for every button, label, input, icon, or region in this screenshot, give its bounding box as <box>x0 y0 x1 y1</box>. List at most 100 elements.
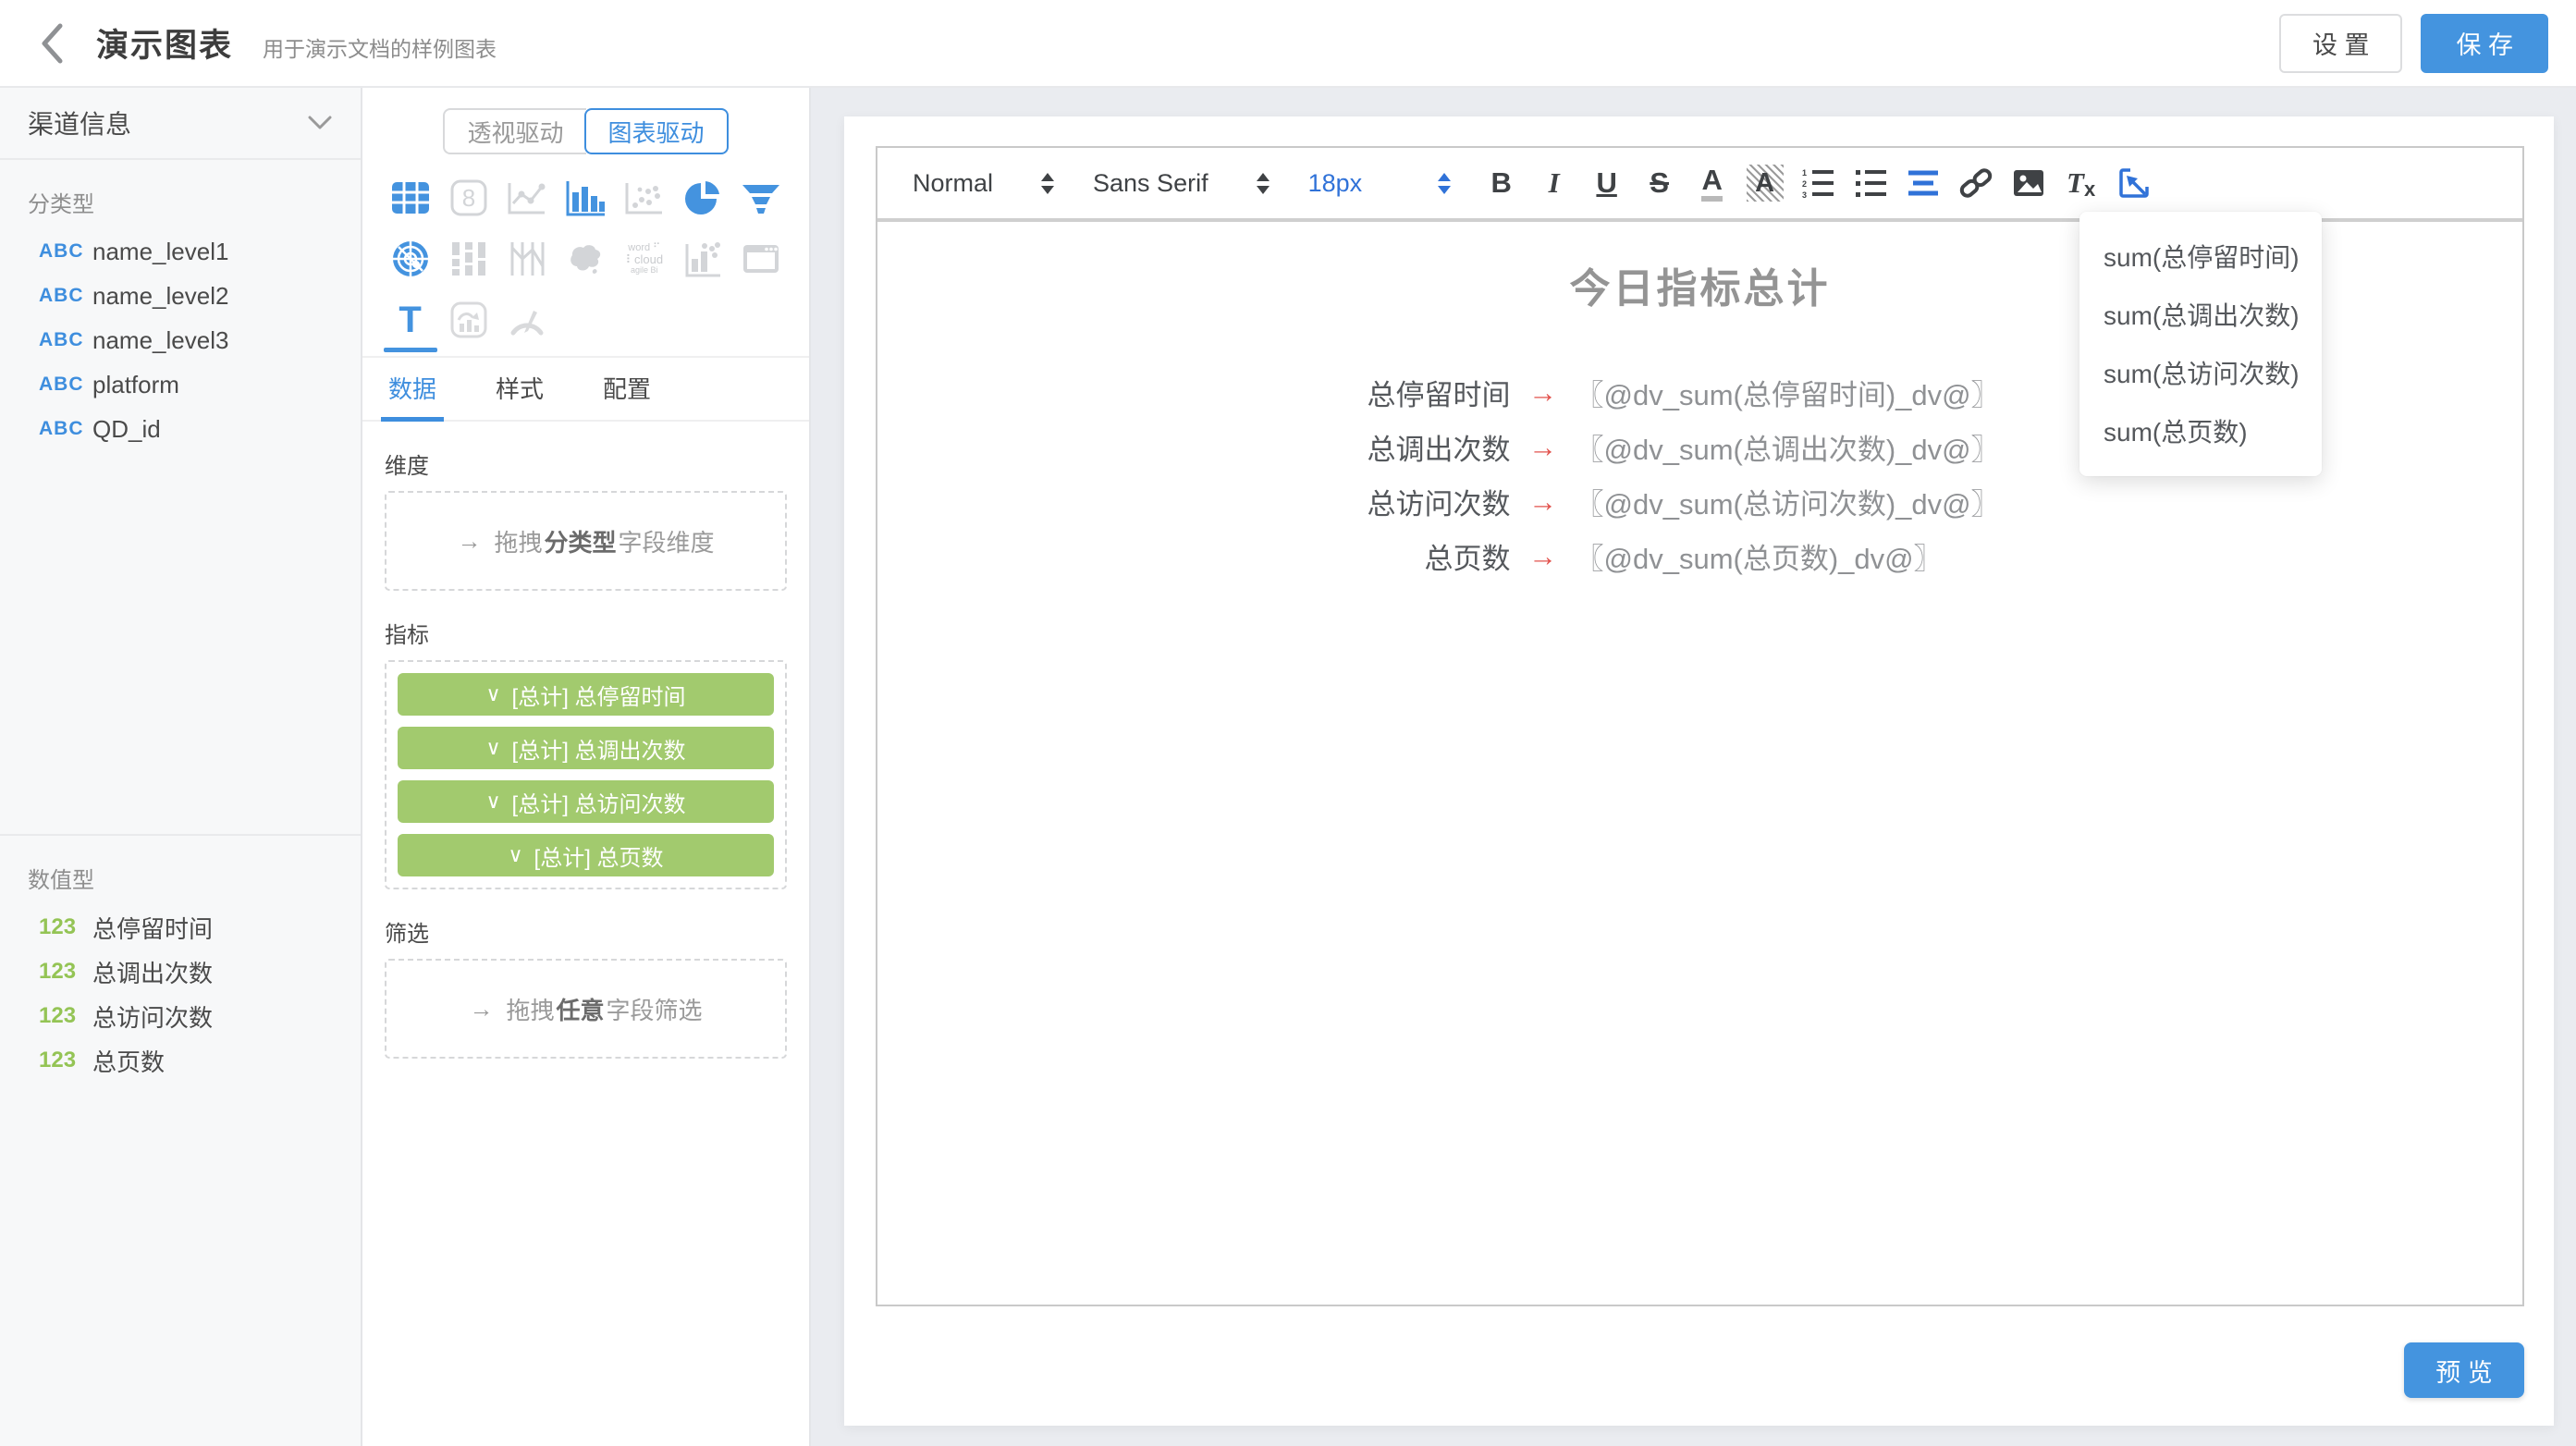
updown-icon <box>1041 173 1054 194</box>
filter-label: 筛选 <box>385 915 787 948</box>
mode-pivot-button[interactable]: 透视驱动 <box>443 108 585 154</box>
selected-indicator <box>384 348 437 352</box>
measure-pill-label: [总计] 总访问次数 <box>512 786 686 818</box>
field-suggestion-item[interactable]: sum(总停留时间) <box>2079 227 2322 285</box>
field-label: name_level2 <box>92 282 228 311</box>
measure-pill-label: [总计] 总调出次数 <box>512 732 686 765</box>
arrow-right-icon: → <box>1511 485 1576 519</box>
updown-icon <box>1257 173 1270 194</box>
category-field-item[interactable]: ABC QD_id <box>0 407 361 451</box>
editor-toolbar: Normal Sans Serif 18px B I U S A <box>877 148 2522 222</box>
font-size-select[interactable]: 18px <box>1308 169 1452 198</box>
category-field-item[interactable]: ABC platform <box>0 362 361 407</box>
metric-trend-icon[interactable] <box>448 299 490 341</box>
svg-text:2: 2 <box>1802 179 1807 189</box>
number-type-badge: 123 <box>39 1048 92 1073</box>
radar-chart-icon[interactable] <box>389 238 432 280</box>
save-button[interactable]: 保 存 <box>2421 14 2548 73</box>
align-center-icon[interactable] <box>1896 157 1949 209</box>
insert-field-icon[interactable] <box>2107 157 2160 209</box>
category-field-item[interactable]: ABC name_level1 <box>0 229 361 274</box>
sankey-chart-icon[interactable] <box>448 238 490 280</box>
scatter-chart-icon[interactable] <box>623 177 666 219</box>
mode-chart-button[interactable]: 图表驱动 <box>584 108 729 154</box>
dataset-name: 渠道信息 <box>28 104 131 141</box>
bullet-list-icon[interactable] <box>1844 157 1896 209</box>
field-label: 总访问次数 <box>92 999 213 1034</box>
gantt-chart-icon[interactable] <box>506 238 548 280</box>
field-label: 总停留时间 <box>92 911 213 945</box>
drag-arrow-icon: → <box>469 995 493 1023</box>
bar-chart-icon[interactable] <box>564 177 607 219</box>
measure-pill[interactable]: ∨ [总计] 总访问次数 <box>398 780 774 823</box>
measure-pill[interactable]: ∨ [总计] 总调出次数 <box>398 727 774 769</box>
svg-text:1: 1 <box>1802 168 1807 178</box>
tab-config[interactable]: 配置 <box>603 358 651 420</box>
italic-icon[interactable]: I <box>1527 157 1580 209</box>
page-subtitle: 用于演示文档的样例图表 <box>263 24 497 63</box>
measures-dropzone[interactable]: ∨ [总计] 总停留时间 ∨ [总计] 总调出次数 ∨ [总计] 总访问次数 <box>385 660 787 889</box>
image-icon[interactable] <box>2002 157 2055 209</box>
numeric-field-item[interactable]: 123 总页数 <box>0 1038 361 1083</box>
back-button[interactable] <box>31 18 72 69</box>
dataset-selector[interactable]: 渠道信息 <box>0 88 361 160</box>
ordered-list-icon[interactable]: 123 <box>1791 157 1844 209</box>
clear-format-icon[interactable]: Tx <box>2055 157 2107 209</box>
field-label: name_level1 <box>92 238 228 266</box>
numeric-field-item[interactable]: 123 总停留时间 <box>0 905 361 950</box>
underline-icon[interactable]: U <box>1580 157 1633 209</box>
field-suggestion-item[interactable]: sum(总访问次数) <box>2079 343 2322 401</box>
field-label: name_level3 <box>92 326 228 355</box>
highlight-icon[interactable]: A <box>1738 157 1791 209</box>
text-icon[interactable]: T <box>389 299 432 341</box>
numeric-field-item[interactable]: 123 总访问次数 <box>0 994 361 1038</box>
metric-label: 总页数 <box>1178 535 1511 577</box>
field-suggestion-item[interactable]: sum(总调出次数) <box>2079 285 2322 343</box>
gauge-icon[interactable] <box>506 299 548 341</box>
combo-chart-icon[interactable] <box>681 238 724 280</box>
field-label: 总调出次数 <box>92 955 213 989</box>
funnel-chart-icon[interactable] <box>740 177 782 219</box>
svg-text:3: 3 <box>1802 190 1807 199</box>
caret-down-icon: ∨ <box>508 843 522 867</box>
word-cloud-icon[interactable]: word ⠋ ⠇cloud agile Bi <box>623 238 666 280</box>
text-color-icon[interactable]: A <box>1686 157 1738 209</box>
category-field-item[interactable]: ABC name_level2 <box>0 274 361 318</box>
field-suggestion-item[interactable]: sum(总页数) <box>2079 401 2322 460</box>
arrow-right-icon: → <box>1511 431 1576 464</box>
numeric-card-icon[interactable]: 8 <box>448 177 490 219</box>
line-chart-icon[interactable] <box>506 177 548 219</box>
metric-label: 总调出次数 <box>1178 426 1511 468</box>
category-field-item[interactable]: ABC name_level3 <box>0 318 361 362</box>
font-size-value: 18px <box>1308 169 1363 198</box>
dimension-label: 维度 <box>385 447 787 480</box>
link-icon[interactable] <box>1949 157 2002 209</box>
strikethrough-icon[interactable]: S <box>1633 157 1686 209</box>
dimension-dropzone[interactable]: → 拖拽分类型字段维度 <box>385 491 787 591</box>
iframe-icon[interactable] <box>740 238 782 280</box>
dimension-hint: 拖拽分类型字段维度 <box>494 524 714 558</box>
numeric-field-item[interactable]: 123 总调出次数 <box>0 950 361 994</box>
measures-label: 指标 <box>385 617 787 649</box>
word-cloud-word: agile Bi <box>625 266 663 276</box>
tab-style[interactable]: 样式 <box>496 358 544 420</box>
pie-chart-icon[interactable] <box>681 177 724 219</box>
metric-label: 总访问次数 <box>1178 481 1511 522</box>
number-type-badge: 123 <box>39 959 92 985</box>
filter-dropzone[interactable]: → 拖拽任意字段筛选 <box>385 959 787 1059</box>
chevron-left-icon <box>40 22 64 65</box>
preview-button[interactable]: 预 览 <box>2404 1342 2524 1398</box>
table-chart-icon[interactable] <box>389 177 432 219</box>
string-type-badge: ABC <box>39 285 92 307</box>
measure-pill[interactable]: ∨ [总计] 总停留时间 <box>398 673 774 716</box>
bold-icon[interactable]: B <box>1475 157 1527 209</box>
measure-pill[interactable]: ∨ [总计] 总页数 <box>398 834 774 876</box>
map-chart-icon[interactable] <box>564 238 607 280</box>
font-select[interactable]: Sans Serif <box>1093 169 1270 198</box>
settings-button[interactable]: 设 置 <box>2279 14 2403 73</box>
measure-pill-label: [总计] 总页数 <box>534 839 664 872</box>
tab-data[interactable]: 数据 <box>388 358 436 420</box>
metric-lines: 总停留时间 → 〖@dv_sum(总停留时间)_dv@〗 总调出次数 → 〖@d… <box>1178 372 2223 577</box>
paragraph-style-select[interactable]: Normal <box>913 169 1054 198</box>
updown-icon <box>1438 173 1451 194</box>
